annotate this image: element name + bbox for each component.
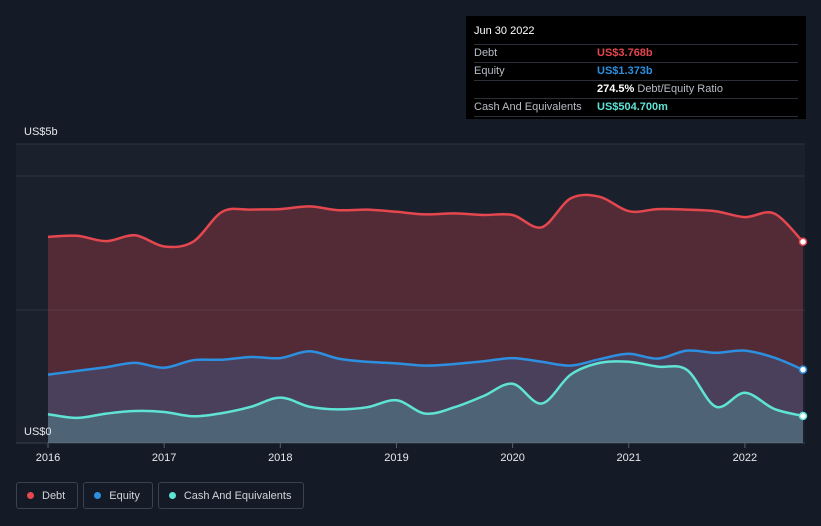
x-tick-label-2019: 2019 — [384, 452, 408, 464]
x-tick-label-2021: 2021 — [617, 452, 641, 464]
y-axis-bottom-label: US$0 — [24, 426, 52, 438]
tooltip-row-equity: Equity US$1.373b — [474, 63, 798, 81]
equity-end-marker — [798, 365, 808, 374]
cash-and-equivalents-end-marker — [798, 411, 808, 421]
x-tick-label-2017: 2017 — [152, 452, 176, 464]
legend-label-cash: Cash And Equivalents — [183, 489, 292, 502]
tooltip-ratio-value: 274.5% — [597, 83, 635, 95]
legend-item-equity[interactable]: Equity — [83, 482, 153, 509]
tooltip-label-equity: Equity — [474, 65, 505, 77]
tooltip-row-debt: Debt US$3.768b — [474, 45, 798, 63]
x-tick-label-2020: 2020 — [500, 452, 524, 464]
y-axis-top-label: US$5b — [24, 126, 58, 138]
tooltip-date: Jun 30 2022 — [474, 22, 798, 45]
tooltip-panel: Jun 30 2022 Debt US$3.768b Equity US$1.3… — [466, 16, 806, 119]
legend-label-debt: Debt — [42, 489, 66, 502]
tooltip-label-cash: Cash And Equivalents — [474, 101, 582, 113]
legend-item-cash[interactable]: Cash And Equivalents — [157, 482, 305, 509]
x-axis-ticks: 2016 2017 2018 2019 2020 2021 2022 — [36, 443, 757, 464]
legend-label-equity: Equity — [109, 489, 140, 502]
tooltip-row-cash: Cash And Equivalents US$504.700m — [474, 99, 798, 117]
legend-dot-debt — [27, 492, 34, 499]
tooltip-ratio-label: Debt/Equity Ratio — [637, 83, 723, 95]
x-tick-label-2016: 2016 — [36, 452, 60, 464]
tooltip-value-cash: US$504.700m — [597, 101, 668, 113]
legend: Debt Equity Cash And Equivalents — [16, 482, 305, 509]
legend-dot-cash — [168, 492, 176, 499]
tooltip-ratio: 274.5% Debt/Equity Ratio — [597, 81, 723, 98]
x-tick-label-2018: 2018 — [268, 452, 292, 464]
tooltip-value-equity: US$1.373b — [597, 65, 653, 77]
debt-end-marker — [798, 237, 808, 247]
x-tick-label-2022: 2022 — [733, 452, 757, 464]
legend-item-debt[interactable]: Debt — [16, 482, 79, 509]
legend-dot-equity — [94, 492, 102, 499]
tooltip-label-debt: Debt — [474, 47, 498, 59]
tooltip-value-debt: US$3.768b — [597, 47, 653, 59]
tooltip-row-ratio: 274.5% Debt/Equity Ratio — [474, 81, 798, 99]
